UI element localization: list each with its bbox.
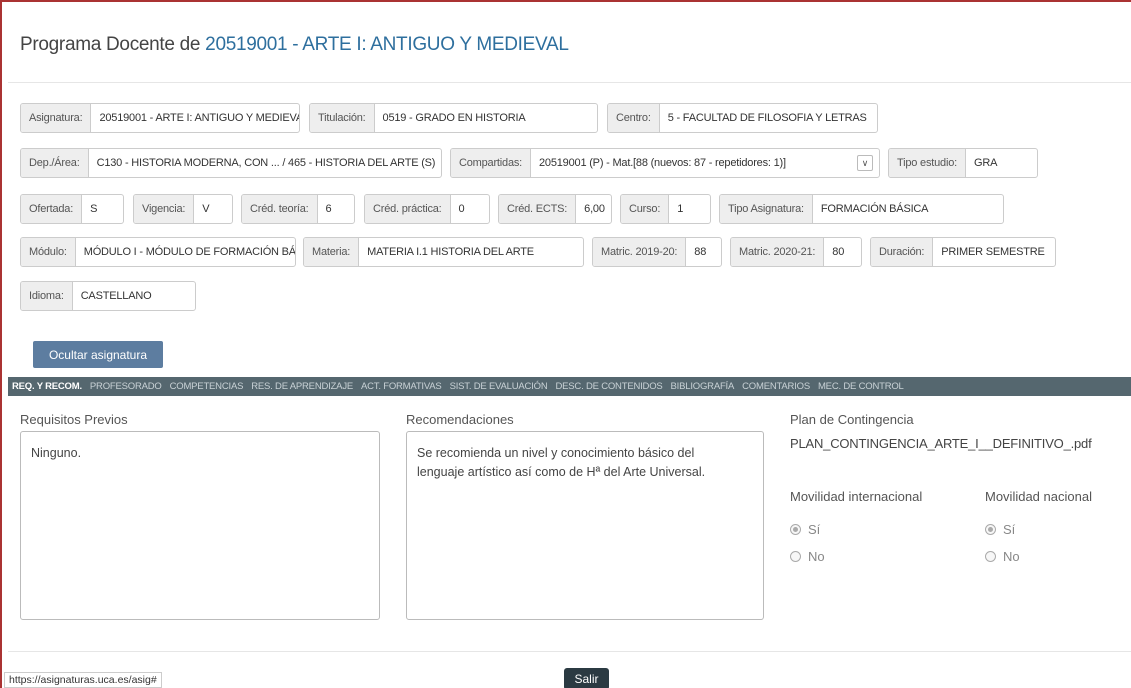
field-materia: Materia: MATERIA I.1 HISTORIA DEL ARTE — [303, 237, 584, 267]
radio-nacional-yes[interactable]: Sí — [985, 522, 1015, 537]
field-label: Créd. ECTS: — [499, 195, 577, 223]
field-titulacion: Titulación: 0519 - GRADO EN HISTORIA — [309, 103, 598, 133]
field-value: 6,00 — [584, 203, 605, 215]
field-value: V — [202, 203, 210, 215]
hide-subject-button[interactable]: Ocultar asignatura — [33, 341, 163, 368]
contingencia-label: Plan de Contingencia — [790, 412, 914, 427]
select-compartidas[interactable]: Compartidas: 20519001 (P) - Mat.[88 (nue… — [450, 148, 880, 178]
tab-desc-contenidos[interactable]: DESC. DE CONTENIDOS — [556, 381, 663, 392]
field-label: Materia: — [304, 238, 360, 266]
radio-empty-icon[interactable] — [985, 551, 996, 562]
field-value: 20519001 - ARTE I: ANTIGUO Y MEDIEVAL — [99, 112, 300, 124]
field-value: 0 — [458, 203, 465, 215]
field-value: 20519001 (P) - Mat.[88 (nuevos: 87 - rep… — [539, 157, 786, 169]
field-matric-2020: Matric. 2020-21: 80 — [730, 237, 862, 267]
field-value: 6 — [325, 203, 332, 215]
status-bar-url: https://asignaturas.uca.es/asig# — [4, 672, 162, 688]
field-label: Centro: — [608, 104, 660, 132]
section-tabs: REQ. Y RECOM. PROFESORADO COMPETENCIAS R… — [8, 377, 1131, 396]
field-label: Matric. 2020-21: — [731, 238, 825, 266]
radio-label: No — [1003, 549, 1020, 564]
field-tipo-asignatura: Tipo Asignatura: FORMACIÓN BÁSICA — [719, 194, 1004, 224]
recomendaciones-textarea[interactable]: Se recomienda un nivel y conocimiento bá… — [406, 431, 764, 620]
field-modulo: Módulo: MÓDULO I - MÓDULO DE FORMACIÓN B… — [20, 237, 296, 267]
tab-comentarios[interactable]: COMENTARIOS — [742, 381, 810, 392]
page-title-code: 20519001 - ARTE I: ANTIGUO Y MEDIEVAL — [205, 34, 569, 55]
field-cred-teoria: Créd. teoría: 6 — [241, 194, 355, 224]
page-title: Programa Docente de 20519001 - ARTE I: A… — [20, 34, 569, 56]
movilidad-internacional-label: Movilidad internacional — [790, 489, 923, 504]
exit-button[interactable]: Salir — [564, 668, 609, 688]
tab-profesorado[interactable]: PROFESORADO — [90, 381, 162, 392]
field-label: Créd. práctica: — [365, 195, 451, 223]
field-duracion: Duración: PRIMER SEMESTRE — [870, 237, 1056, 267]
field-value: 1 — [677, 203, 684, 215]
tab-req-recom[interactable]: REQ. Y RECOM. — [12, 381, 82, 392]
field-label: Tipo Asignatura: — [720, 195, 813, 223]
requisitos-label: Requisitos Previos — [20, 412, 128, 427]
recomendaciones-label: Recomendaciones — [406, 412, 514, 427]
field-label: Curso: — [621, 195, 670, 223]
requisitos-textarea[interactable]: Ninguno. — [20, 431, 380, 620]
divider — [8, 651, 1131, 652]
field-label: Dep./Área: — [21, 149, 89, 177]
field-value: GRA — [973, 157, 998, 169]
radio-empty-icon[interactable] — [790, 551, 801, 562]
chevron-down-icon[interactable]: ∨ — [857, 155, 873, 171]
field-idioma: Idioma: CASTELLANO — [20, 281, 196, 311]
field-value: MÓDULO I - MÓDULO DE FORMACIÓN BÁSICA — [83, 246, 296, 258]
field-value: S — [90, 203, 98, 215]
tab-mec-control[interactable]: MEC. DE CONTROL — [818, 381, 904, 392]
field-value: 88 — [694, 246, 707, 258]
field-label: Vigencia: — [134, 195, 195, 223]
tab-competencias[interactable]: COMPETENCIAS — [170, 381, 244, 392]
field-cred-ects: Créd. ECTS: 6,00 — [498, 194, 612, 224]
field-value: 0519 - GRADO EN HISTORIA — [382, 112, 526, 124]
radio-internacional-yes[interactable]: Sí — [790, 522, 820, 537]
field-centro: Centro: 5 - FACULTAD DE FILOSOFIA Y LETR… — [607, 103, 878, 133]
tab-act-formativas[interactable]: ACT. FORMATIVAS — [361, 381, 442, 392]
field-curso: Curso: 1 — [620, 194, 711, 224]
field-asignatura: Asignatura: 20519001 - ARTE I: ANTIGUO Y… — [20, 103, 300, 133]
field-value: 5 - FACULTAD DE FILOSOFIA Y LETRAS — [667, 112, 867, 124]
field-vigencia: Vigencia: V — [133, 194, 233, 224]
field-label: Módulo: — [21, 238, 76, 266]
field-value: MATERIA I.1 HISTORIA DEL ARTE — [367, 246, 534, 258]
field-label: Idioma: — [21, 282, 73, 310]
tab-sist-evaluacion[interactable]: SIST. DE EVALUACIÓN — [450, 381, 548, 392]
field-value: C130 - HISTORIA MODERNA, CON ... / 465 -… — [96, 157, 436, 169]
field-label: Duración: — [871, 238, 934, 266]
field-value: FORMACIÓN BÁSICA — [820, 203, 929, 215]
field-value: CASTELLANO — [80, 290, 152, 302]
radio-label: Sí — [1003, 522, 1016, 537]
field-value: PRIMER SEMESTRE — [941, 246, 1045, 258]
field-label: Titulación: — [310, 104, 375, 132]
radio-nacional-no[interactable]: No — [985, 549, 1020, 564]
field-label: Matric. 2019-20: — [593, 238, 687, 266]
field-label: Ofertada: — [21, 195, 83, 223]
field-label: Asignatura: — [21, 104, 92, 132]
contingencia-file-link[interactable]: PLAN_CONTINGENCIA_ARTE_I__DEFINITIVO_.pd… — [790, 436, 1092, 451]
field-value: 80 — [832, 246, 845, 258]
radio-selected-icon[interactable] — [985, 524, 996, 535]
field-label: Tipo estudio: — [889, 149, 966, 177]
field-cred-practica: Créd. práctica: 0 — [364, 194, 490, 224]
field-tipo-estudio: Tipo estudio: GRA — [888, 148, 1038, 178]
movilidad-nacional-label: Movilidad nacional — [985, 489, 1092, 504]
tab-res-aprendizaje[interactable]: RES. DE APRENDIZAJE — [251, 381, 353, 392]
field-label: Compartidas: — [451, 149, 532, 177]
radio-selected-icon[interactable] — [790, 524, 801, 535]
radio-label: Sí — [808, 522, 821, 537]
field-ofertada: Ofertada: S — [20, 194, 124, 224]
radio-internacional-no[interactable]: No — [790, 549, 825, 564]
field-label: Créd. teoría: — [242, 195, 318, 223]
radio-label: No — [808, 549, 825, 564]
tab-bibliografia[interactable]: BIBLIOGRAFÍA — [671, 381, 735, 392]
field-matric-2019: Matric. 2019-20: 88 — [592, 237, 722, 267]
divider — [8, 82, 1131, 83]
page-title-prefix: Programa Docente de — [20, 34, 201, 55]
select-dep-area[interactable]: Dep./Área: C130 - HISTORIA MODERNA, CON … — [20, 148, 442, 178]
